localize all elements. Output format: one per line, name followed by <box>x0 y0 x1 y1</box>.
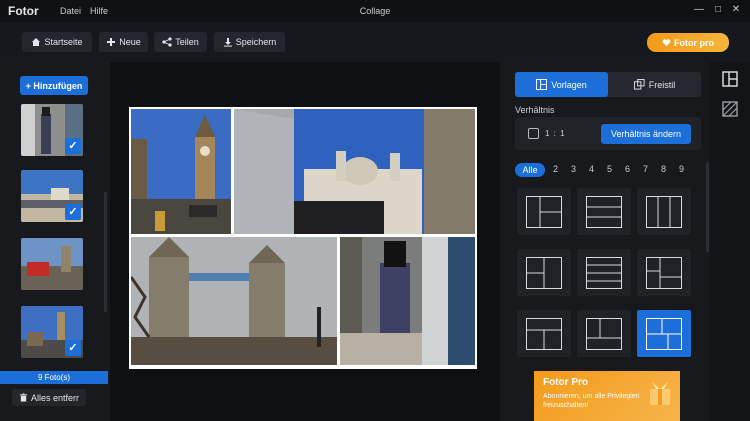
photo-count: 9 Foto(s) <box>0 371 108 384</box>
count-filter-2[interactable]: 2 <box>553 164 558 174</box>
layout-icon <box>526 196 562 228</box>
layout-template[interactable] <box>517 310 571 357</box>
ratio-title: Verhältnis <box>515 105 555 115</box>
photo-thumbnail[interactable] <box>21 238 83 290</box>
window-title: Collage <box>359 6 391 16</box>
ratio-section: 1 : 1 Verhältnis ändern <box>515 117 701 150</box>
count-filter-8[interactable]: 8 <box>661 164 666 174</box>
count-filter-9[interactable]: 9 <box>679 164 684 174</box>
banner-text: Abonnieren, um alle Privilegien freizusc… <box>543 393 640 409</box>
collage-cell-guard[interactable] <box>340 237 475 365</box>
save-label: Speichern <box>235 37 277 47</box>
home-button[interactable]: Startseite <box>22 32 92 52</box>
photo-thumbnail[interactable]: ✓ <box>21 170 83 222</box>
minimize-button[interactable]: — <box>692 3 706 17</box>
count-filter-4[interactable]: 4 <box>589 164 594 174</box>
collage-canvas <box>129 107 477 369</box>
home-label: Startseite <box>44 37 83 47</box>
collage-canvas-area <box>110 62 500 421</box>
layout-icon <box>526 257 562 289</box>
layout-template[interactable] <box>517 188 571 235</box>
share-label: Teilen <box>175 37 199 47</box>
fotor-pro-label: Fotor pro <box>674 37 714 48</box>
trash-icon <box>19 393 28 402</box>
collage-cell-bigben[interactable] <box>131 109 231 234</box>
new-label: Neue <box>119 37 141 47</box>
share-button[interactable]: Teilen <box>154 32 207 52</box>
pro-banner[interactable]: Fotor Pro Abonnieren, um alle Privilegie… <box>534 371 680 421</box>
ratio-checkbox[interactable] <box>528 128 539 139</box>
bus-photo-image <box>21 238 83 290</box>
layout-template-selected[interactable] <box>637 310 691 357</box>
plus-icon <box>107 38 116 46</box>
layout-icon <box>646 196 682 228</box>
layout-template[interactable] <box>517 249 571 296</box>
ratio-value: 1 : 1 <box>545 129 566 138</box>
home-icon <box>32 38 41 46</box>
layout-icon <box>646 257 682 289</box>
layout-template[interactable] <box>577 310 631 357</box>
layout-template[interactable] <box>577 188 631 235</box>
tab-vorlagen[interactable]: Vorlagen <box>515 72 608 97</box>
layout-icon <box>536 79 548 90</box>
title-bar: Fotor Datei Hilfe Collage — □ ✕ <box>0 0 750 22</box>
photo-thumbnail[interactable]: ✓ <box>21 306 83 358</box>
layout-icon <box>646 318 682 350</box>
share-icon <box>162 37 172 47</box>
freestyle-icon <box>633 79 645 90</box>
change-ratio-button[interactable]: Verhältnis ändern <box>601 124 691 144</box>
gift-icon <box>650 382 670 405</box>
toolbar: Startseite Neue Teilen Speichern Fotor p… <box>0 22 750 62</box>
maximize-button[interactable]: □ <box>711 3 725 17</box>
add-photos-button[interactable]: + Hinzufügen <box>20 76 88 95</box>
layout-icon <box>586 318 622 350</box>
banner-title: Fotor Pro <box>543 377 588 388</box>
layout-icon[interactable] <box>721 70 739 88</box>
save-button[interactable]: Speichern <box>214 32 285 52</box>
checkmark-icon: ✓ <box>65 138 81 154</box>
remove-all-button[interactable]: Alles entferr <box>12 389 86 406</box>
close-button[interactable]: ✕ <box>729 3 743 17</box>
count-filter-7[interactable]: 7 <box>643 164 648 174</box>
template-panel: Vorlagen Freistil Verhältnis 1 : 1 Verhä… <box>500 62 710 421</box>
tab-freistil[interactable]: Freistil <box>608 72 701 97</box>
collage-cell-towerbridge[interactable] <box>131 237 337 365</box>
side-icon-strip <box>710 62 750 421</box>
layout-template[interactable] <box>637 249 691 296</box>
count-filter-all[interactable]: Alle <box>515 163 545 177</box>
mode-tabs: Vorlagen Freistil <box>515 72 701 97</box>
layout-icon <box>586 257 622 289</box>
tab-vorlagen-label: Vorlagen <box>551 79 587 90</box>
layout-template[interactable] <box>577 249 631 296</box>
photo-panel: + Hinzufügen ✓ ✓ ✓ 9 Foto(s) Alles entfe… <box>0 62 110 421</box>
layout-template[interactable] <box>637 188 691 235</box>
template-scrollbar[interactable] <box>706 162 709 252</box>
layout-icon <box>526 318 562 350</box>
count-filter-3[interactable]: 3 <box>571 164 576 174</box>
tab-freistil-label: Freistil <box>648 79 676 90</box>
checkmark-icon: ✓ <box>65 340 81 356</box>
checkmark-icon: ✓ <box>65 204 81 220</box>
collage-cell-stpauls[interactable] <box>234 109 475 234</box>
new-button[interactable]: Neue <box>99 32 148 52</box>
download-icon <box>223 38 232 47</box>
count-filter-5[interactable]: 5 <box>607 164 612 174</box>
thumbnail-scrollbar[interactable] <box>104 192 107 312</box>
count-filter-6[interactable]: 6 <box>625 164 630 174</box>
layout-icon <box>586 196 622 228</box>
heart-icon <box>662 39 671 47</box>
fotor-pro-button[interactable]: Fotor pro <box>647 33 729 52</box>
pattern-icon[interactable] <box>721 100 739 118</box>
remove-all-label: Alles entferr <box>30 392 80 403</box>
photo-thumbnail[interactable]: ✓ <box>21 104 83 156</box>
